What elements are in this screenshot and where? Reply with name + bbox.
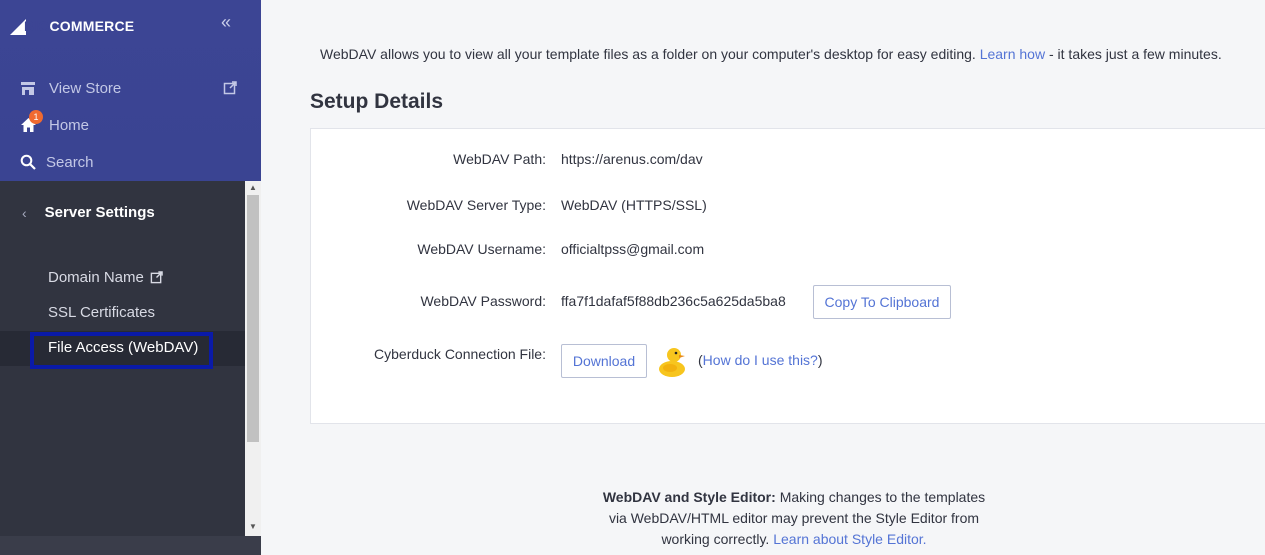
collapse-sidebar-icon[interactable]: « (221, 12, 231, 33)
scroll-up-icon[interactable]: ▲ (249, 183, 257, 192)
style-editor-note: WebDAV and Style Editor: Making changes … (594, 487, 994, 550)
download-button[interactable]: Download (561, 344, 647, 378)
view-store-label: View Store (49, 79, 122, 97)
note-title: WebDAV and Style Editor: (602, 489, 776, 505)
intro-suffix: - it takes just a few minutes. (1048, 46, 1222, 62)
webdav-path-label: WebDAV Path: (453, 151, 546, 167)
section-title: Server Settings (44, 204, 155, 221)
scroll-down-icon[interactable]: ▼ (249, 522, 257, 531)
external-link-icon[interactable] (223, 81, 237, 100)
home-label: Home (49, 116, 90, 134)
scroll-thumb[interactable] (247, 195, 259, 442)
webdav-path-value: https://arenus.com/dav (561, 151, 703, 167)
sidebar-item-domain-name[interactable]: Domain Name (48, 269, 163, 286)
setup-details-card (310, 128, 1265, 424)
sidebar-item-label: SSL Certificates (48, 304, 155, 321)
server-type-value: WebDAV (HTTPS/SSL) (561, 197, 707, 213)
sidebar-item-label: Domain Name (48, 269, 144, 286)
cyberduck-duck-icon (657, 344, 689, 383)
store-icon (19, 79, 37, 97)
chevron-left-icon: ‹ (22, 204, 27, 221)
copy-to-clipboard-button[interactable]: Copy To Clipboard (813, 285, 951, 319)
sidebar-footer (0, 536, 261, 555)
server-type-label: WebDAV Server Type: (406, 197, 546, 213)
username-value: officialtpss@gmail.com (561, 241, 705, 257)
home-link[interactable]: 1 Home (19, 110, 90, 136)
home-icon: 1 (19, 110, 43, 134)
paren-close: ) (817, 352, 823, 368)
password-label: WebDAV Password: (420, 293, 546, 309)
active-item-highlight (30, 332, 213, 369)
back-to-server-settings[interactable]: ‹ Server Settings (22, 204, 155, 221)
notification-badge: 1 (29, 110, 43, 124)
how-do-i-use-this-link[interactable]: How do I use this? (703, 352, 818, 368)
logo-text: COMMERCE (49, 18, 135, 34)
how-to-help: (How do I use this?) (698, 352, 823, 368)
view-store-link[interactable]: View Store (19, 77, 121, 99)
logo-prefix: BIG (24, 18, 50, 34)
sidebar-item-ssl-certificates[interactable]: SSL Certificates (48, 304, 155, 321)
search-icon (19, 153, 37, 171)
username-label: WebDAV Username: (417, 241, 546, 257)
search-label: Search (46, 153, 94, 171)
learn-about-style-editor-link[interactable]: Learn about Style Editor. (773, 531, 926, 547)
external-link-icon (150, 271, 163, 284)
sidebar-header: BIGCOMMERCE « View Store 1 Home Search (0, 0, 261, 181)
learn-how-link[interactable]: Learn how (980, 46, 1045, 62)
sidebar-scrollbar[interactable]: ▲ ▼ (245, 181, 261, 536)
password-value: ffa7f1dafaf5f88db236c5a625da5ba8 (561, 293, 786, 309)
page-title: Setup Details (310, 90, 444, 113)
search-link[interactable]: Search (19, 151, 94, 173)
intro-text: WebDAV allows you to view all your templ… (320, 46, 1222, 62)
cyberduck-label: Cyberduck Connection File: (374, 346, 546, 362)
intro-description: WebDAV allows you to view all your templ… (320, 46, 976, 62)
